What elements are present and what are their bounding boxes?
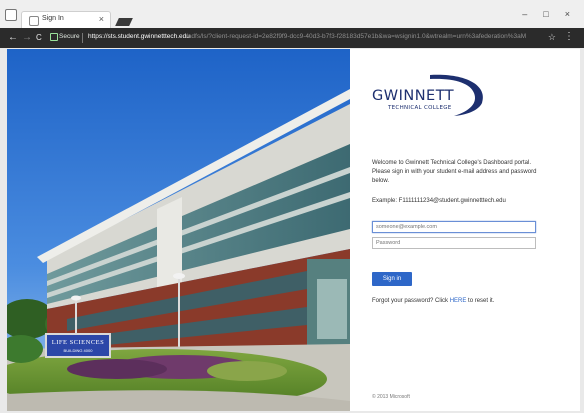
close-tab-icon[interactable]: × <box>99 14 104 24</box>
url-host[interactable]: https://sts.student.gwinnetttech.edu <box>88 33 190 40</box>
browser-titlebar: Sign In × – □ × <box>0 0 584 28</box>
browser-toolbar: ← → C Secure https://sts.student.gwinnet… <box>0 28 584 48</box>
forgot-password-text: Forgot your password? Click HERE to rese… <box>372 298 494 304</box>
forgot-prefix: Forgot your password? Click <box>372 298 450 304</box>
copyright: © 2013 Microsoft <box>372 394 410 400</box>
college-logo: GWINNETT TECHNICAL COLLEGE <box>370 71 490 123</box>
sign-title: Life Sciences <box>51 339 105 346</box>
sign-in-button[interactable]: Sign in <box>372 272 412 286</box>
url-path[interactable]: /adfs/ls/?client-request-id=2e82f9f9-dcc… <box>186 33 526 40</box>
login-panel: GWINNETT TECHNICAL COLLEGE Welcome to Gw… <box>350 49 580 411</box>
address-divider <box>82 33 83 43</box>
new-tab-button[interactable] <box>115 18 133 26</box>
bookmark-star-icon[interactable]: ☆ <box>548 32 556 43</box>
welcome-text: Welcome to Gwinnett Technical College's … <box>372 160 537 184</box>
tab-title: Sign In <box>42 15 64 22</box>
email-field[interactable] <box>372 221 536 233</box>
window-controls: – □ × <box>522 9 570 19</box>
maximize-button[interactable]: □ <box>543 9 548 19</box>
campus-photo: Life Sciences Building 4000 <box>7 49 350 411</box>
lock-icon <box>50 33 58 41</box>
forgot-suffix: to reset it. <box>466 298 495 304</box>
browser-menu-icon[interactable]: ⋮ <box>564 31 574 42</box>
browser-tab[interactable]: Sign In × <box>21 11 111 28</box>
logo-subtitle: TECHNICAL COLLEGE <box>388 105 452 111</box>
building-sign: Life Sciences Building 4000 <box>45 333 111 358</box>
page: Life Sciences Building 4000 GWINNETT TEC… <box>7 49 580 411</box>
example-text: Example: F1111111234@student.gwinnetttec… <box>372 198 506 204</box>
secure-label[interactable]: Secure <box>59 33 80 40</box>
reset-password-link[interactable]: HERE <box>450 298 467 304</box>
reload-button[interactable]: C <box>36 33 42 42</box>
sign-subtitle: Building 4000 <box>63 348 93 353</box>
minimize-button[interactable]: – <box>522 9 527 19</box>
back-button[interactable]: ← <box>8 32 18 43</box>
password-field[interactable] <box>372 237 536 249</box>
browser-app-icon <box>5 9 17 21</box>
close-window-button[interactable]: × <box>565 9 570 19</box>
forward-button[interactable]: → <box>22 32 32 43</box>
page-icon <box>29 16 39 26</box>
logo-name: GWINNETT <box>372 88 455 104</box>
